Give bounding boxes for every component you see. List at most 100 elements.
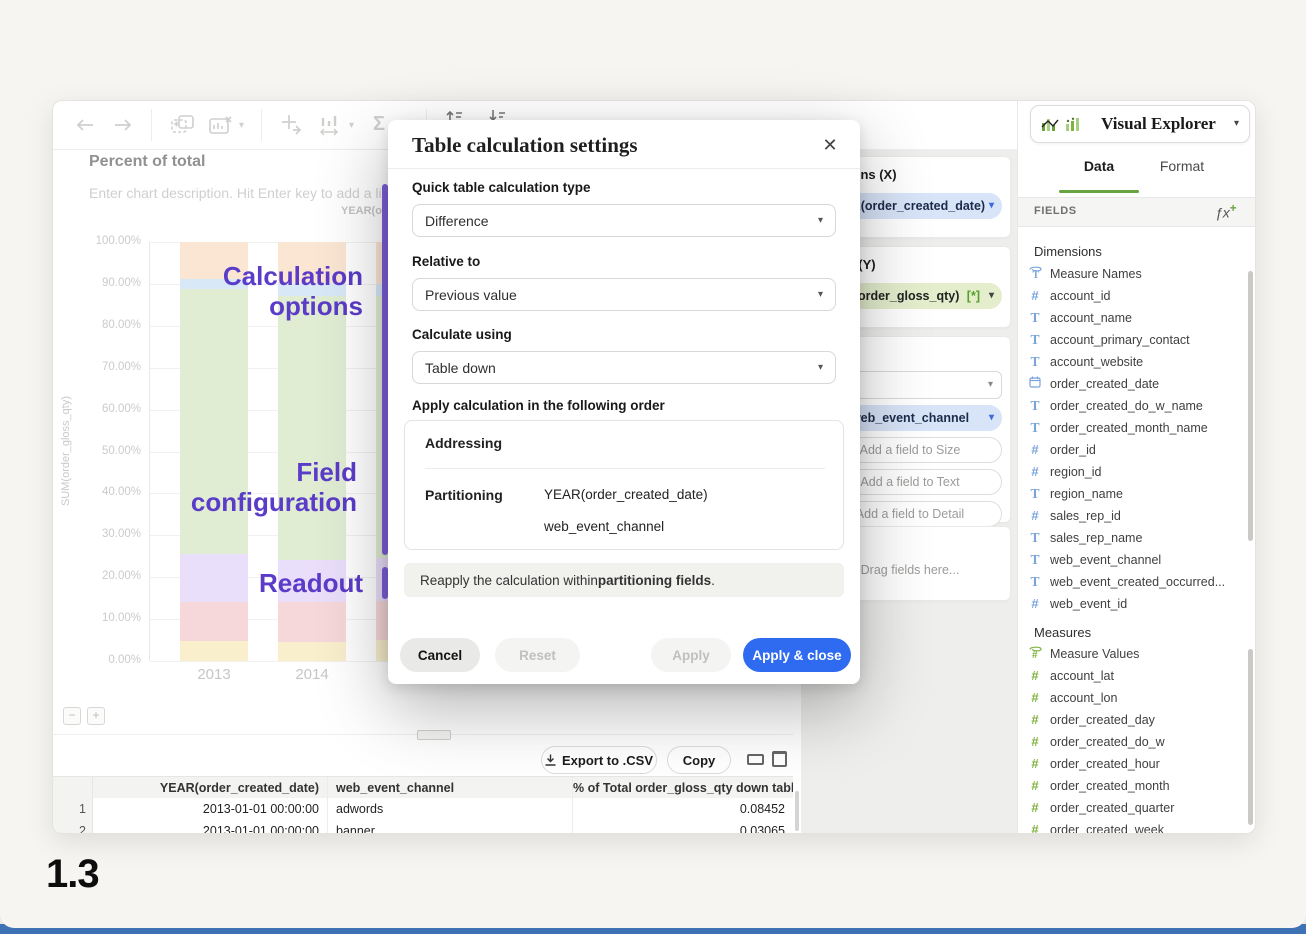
text-icon: T — [1026, 331, 1044, 349]
field-item[interactable]: #order_created_quarter — [1026, 797, 1252, 819]
field-item[interactable]: #web_event_id — [1026, 593, 1252, 613]
field-item[interactable]: #account_lon — [1026, 687, 1252, 709]
addressing-label: Addressing — [425, 435, 502, 451]
bar-segment-2014[interactable] — [278, 296, 346, 560]
field-item[interactable]: Taccount_primary_contact — [1026, 329, 1252, 351]
apply-button[interactable]: Apply — [651, 638, 731, 672]
sigma-calculation-icon[interactable]: Σ — [373, 113, 385, 136]
field-item[interactable]: Taccount_website — [1026, 351, 1252, 373]
maximize-panel-icon[interactable] — [772, 751, 787, 767]
chart-title[interactable]: Percent of total — [89, 153, 205, 171]
bar-segment-2014[interactable] — [278, 642, 346, 661]
field-item[interactable]: Tregion_name — [1026, 483, 1252, 505]
text-icon: T — [1026, 419, 1044, 437]
back-arrow-icon[interactable] — [75, 118, 95, 132]
field-item[interactable]: #account_lat — [1026, 665, 1252, 687]
reset-button[interactable]: Reset — [495, 638, 580, 672]
pill-caret-icon[interactable]: ▾ — [989, 201, 994, 211]
field-item[interactable]: #order_created_month — [1026, 775, 1252, 797]
table-scrollbar[interactable] — [795, 791, 799, 831]
cancel-button[interactable]: Cancel — [400, 638, 480, 672]
pill-caret-icon[interactable]: ▾ — [989, 413, 994, 423]
add-calculated-field-icon[interactable]: ƒx+ — [1215, 202, 1237, 221]
table-header-value[interactable]: % of Total order_gloss_qty down table — [573, 777, 793, 799]
field-item[interactable]: Tweb_event_created_occurred... — [1026, 571, 1252, 593]
field-item[interactable]: Tsales_rep_name — [1026, 527, 1252, 549]
bar-segment-2014[interactable] — [278, 602, 346, 641]
copy-button[interactable]: Copy — [667, 746, 731, 774]
field-item[interactable]: #order_created_do_w — [1026, 731, 1252, 753]
text-icon: T — [1026, 309, 1044, 327]
field-item[interactable]: #sales_rep_id — [1026, 505, 1252, 527]
forward-arrow-icon[interactable] — [113, 118, 133, 132]
text-icon: T — [1026, 551, 1044, 569]
bar-line-chart-icon — [1041, 117, 1059, 132]
text-icon: T — [1026, 353, 1044, 371]
field-item[interactable]: order_created_date — [1026, 373, 1252, 395]
number-icon: # — [1026, 287, 1044, 305]
field-item[interactable]: Tweb_event_channel — [1026, 549, 1252, 571]
quick-type-select[interactable]: Difference▾ — [412, 204, 836, 237]
annotation-readout: Readout — [143, 568, 363, 598]
text-icon: T — [1026, 485, 1044, 503]
field-item[interactable]: Torder_created_month_name — [1026, 417, 1252, 439]
remove-chart-icon[interactable] — [209, 115, 233, 135]
number-icon: # — [1026, 777, 1044, 795]
dimensions-scrollbar[interactable] — [1248, 271, 1253, 541]
table-row[interactable]: 12013-01-01 00:00:00adwords0.08452 — [53, 798, 793, 821]
y-axis-tick-labels: 100.00%90.00%80.00%70.00%60.00%50.00%40.… — [93, 235, 141, 675]
slide-number: 1.3 — [46, 852, 99, 897]
field-item[interactable]: #order_created_hour — [1026, 753, 1252, 775]
close-icon[interactable]: ✕ — [818, 133, 842, 157]
table-row[interactable]: 22013-01-01 00:00:00banner0.03065 — [53, 820, 793, 834]
field-item[interactable]: #order_created_day — [1026, 709, 1252, 731]
field-item[interactable]: Torder_created_do_w_name — [1026, 395, 1252, 417]
field-item[interactable]: TMeasure Names — [1026, 263, 1252, 285]
chevron-down-icon[interactable]: ▾ — [1234, 119, 1239, 129]
calculate-using-select[interactable]: Table down▾ — [412, 351, 836, 384]
duplicate-chart-icon[interactable] — [171, 115, 195, 135]
y-axis-tick: 80.00% — [93, 319, 141, 333]
swap-axes-icon[interactable] — [281, 114, 303, 136]
bar-segment-2013[interactable] — [180, 641, 248, 661]
remove-chart-caret-icon[interactable]: ▾ — [239, 121, 244, 131]
chart-type-caret-icon[interactable]: ▾ — [349, 121, 354, 131]
apply-and-close-button[interactable]: Apply & close — [743, 638, 851, 672]
calculate-using-label: Calculate using — [412, 327, 512, 342]
number-icon: # — [1026, 755, 1044, 773]
zoom-out-button[interactable]: − — [63, 707, 81, 725]
table-header-channel[interactable]: web_event_channel — [328, 777, 573, 799]
chart-type-icon[interactable] — [319, 114, 343, 136]
bar-segment-2013[interactable] — [180, 602, 248, 641]
app-title: Visual Explorer — [1089, 114, 1228, 134]
panel-drag-handle[interactable] — [417, 730, 451, 740]
field-item[interactable]: #region_id — [1026, 461, 1252, 483]
field-item[interactable]: #Measure Values — [1026, 643, 1252, 665]
tab-data[interactable]: Data — [1059, 158, 1139, 180]
visual-explorer-selector[interactable]: Visual Explorer ▾ — [1030, 105, 1250, 143]
table-calculation-settings-modal: Table calculation settings ✕ Quick table… — [388, 120, 860, 684]
field-item[interactable]: Taccount_name — [1026, 307, 1252, 329]
apply-order-label: Apply calculation in the following order — [412, 398, 665, 413]
quick-type-label: Quick table calculation type — [412, 180, 591, 195]
annotation-field-configuration: Field configuration — [137, 457, 357, 517]
x-axis-tick: 2014 — [287, 666, 337, 684]
export-csv-button[interactable]: Export to .CSV — [541, 746, 657, 774]
field-item[interactable]: #account_id — [1026, 285, 1252, 307]
measure-values-icon: # — [1026, 645, 1044, 664]
download-icon — [545, 754, 556, 766]
measures-scrollbar[interactable] — [1248, 649, 1253, 825]
partitioning-field: web_event_channel — [544, 519, 664, 534]
pill-caret-icon[interactable]: ▾ — [989, 291, 994, 301]
partitioning-label: Partitioning — [425, 487, 503, 503]
order-box-divider — [425, 468, 825, 469]
relative-to-select[interactable]: Previous value▾ — [412, 278, 836, 311]
field-item[interactable]: #order_id — [1026, 439, 1252, 461]
minimize-panel-icon[interactable] — [747, 754, 764, 765]
table-header-year[interactable]: YEAR(order_created_date) — [93, 777, 328, 799]
chart-description-placeholder[interactable]: Enter chart description. Hit Enter key t… — [89, 185, 397, 201]
text-icon: T — [1026, 573, 1044, 591]
zoom-in-button[interactable]: + — [87, 707, 105, 725]
tab-format[interactable]: Format — [1142, 158, 1222, 180]
field-item[interactable]: #order_created_week — [1026, 819, 1252, 833]
